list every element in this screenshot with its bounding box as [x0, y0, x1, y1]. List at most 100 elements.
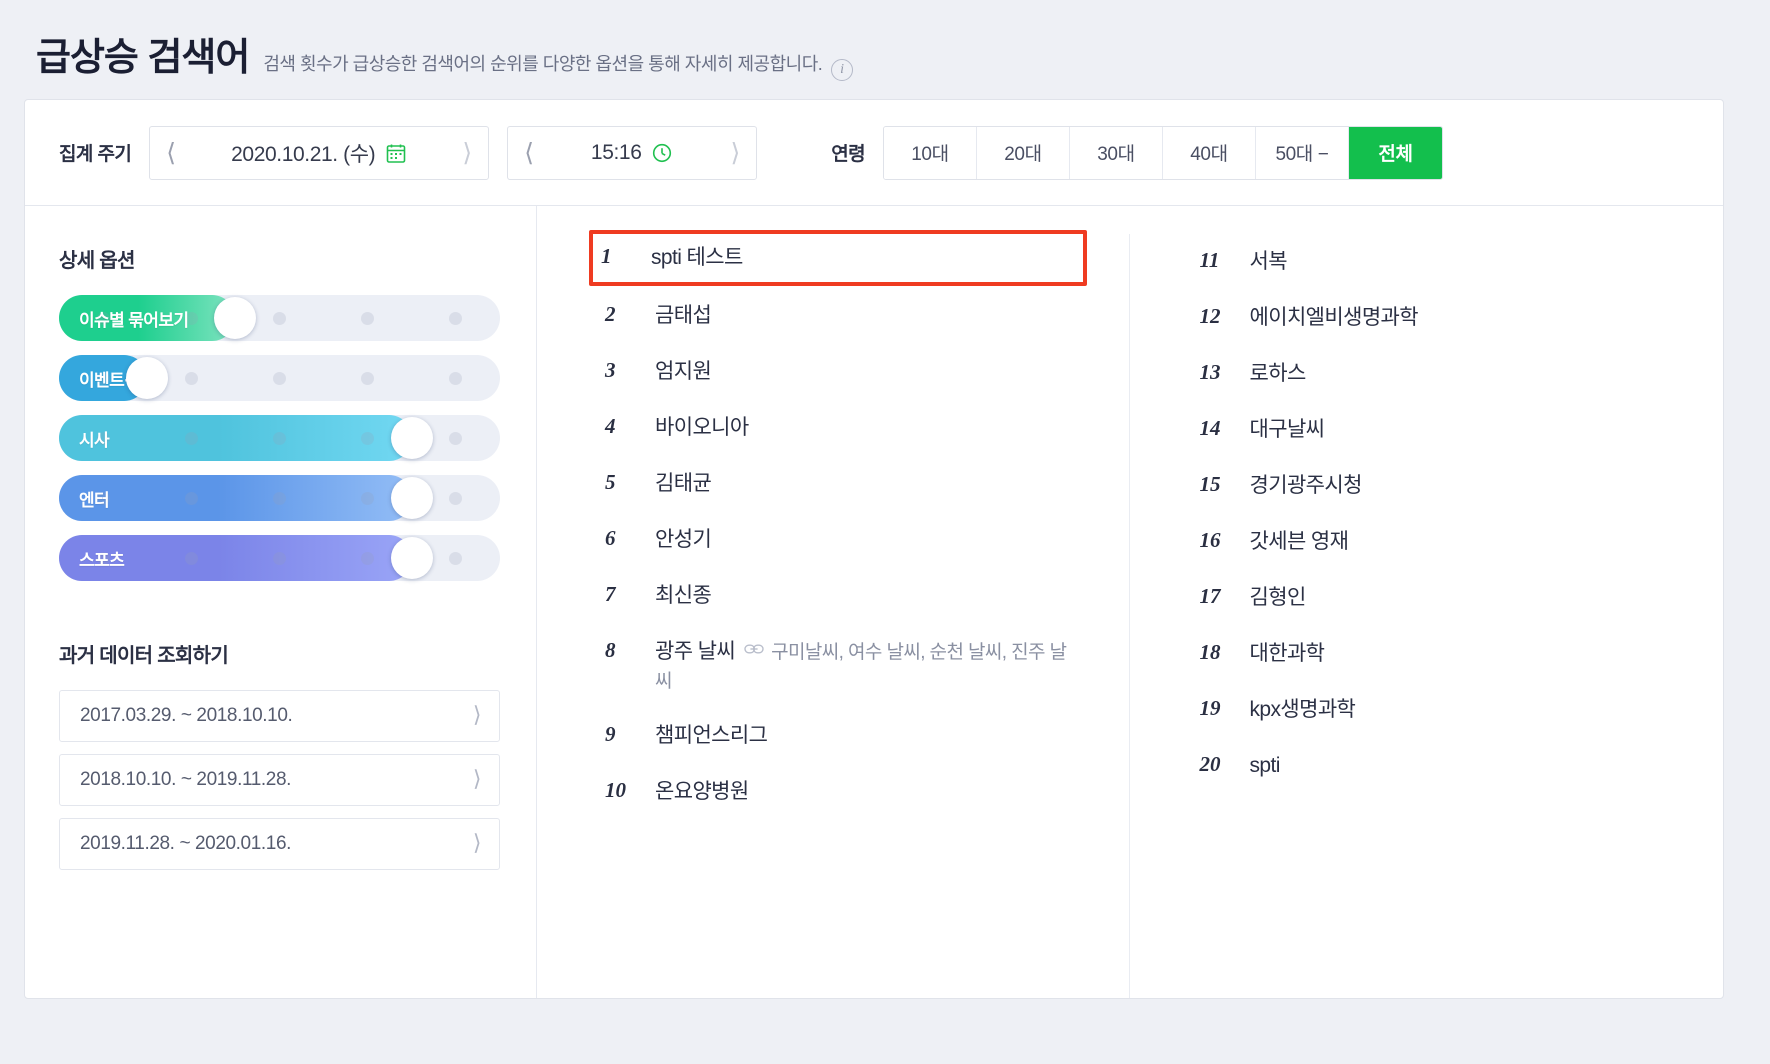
rank-item[interactable]: 18 대한과학 — [1188, 626, 1678, 682]
rank-keyword[interactable]: 서복 — [1250, 250, 1288, 273]
age-option-5[interactable]: 전체 — [1348, 126, 1442, 179]
time-next-icon[interactable]: ⟩ — [730, 140, 740, 165]
rank-keyword[interactable]: 챔피언스리그 — [655, 724, 768, 747]
slider-label: 스포츠 — [79, 550, 125, 570]
page-subtitle-text: 검색 횟수가 급상승한 검색어의 순위를 다양한 옵션을 통해 자세히 제공합니… — [263, 54, 823, 74]
age-option-1[interactable]: 20대 — [976, 126, 1070, 179]
rank-item[interactable]: 1 spti 테스트 — [589, 230, 1087, 286]
rank-text-wrap: 김태균 — [655, 468, 1075, 500]
rank-item[interactable]: 3 엄지원 — [593, 344, 1083, 400]
rank-keyword[interactable]: 갓세븐 영재 — [1250, 530, 1349, 553]
rank-item[interactable]: 10 온요양병원 — [593, 764, 1083, 820]
slider-step-dot[interactable] — [235, 431, 323, 445]
rank-item[interactable]: 9 챔피언스리그 — [593, 708, 1083, 764]
rank-item[interactable]: 5 김태균 — [593, 456, 1083, 512]
slider-step-dot[interactable] — [235, 371, 323, 385]
rank-number: 13 — [1199, 360, 1221, 384]
date-prev-icon[interactable]: ⟨ — [166, 140, 176, 165]
clock-icon[interactable] — [651, 142, 673, 164]
date-next-icon[interactable]: ⟩ — [462, 140, 472, 165]
slider-step-dot[interactable] — [235, 491, 323, 505]
rank-text-wrap: 서복 — [1250, 246, 1670, 278]
rank-text-wrap: 바이오니아 — [655, 412, 1075, 444]
rank-keyword[interactable]: spti — [1250, 754, 1281, 777]
rank-keyword[interactable]: 경기광주시청 — [1250, 474, 1363, 497]
rank-item[interactable]: 14 대구날씨 — [1188, 402, 1678, 458]
options-pane: 상세 옵션 이슈별 묶어보기 이벤트·할인 시사 엔터 스포츠 과거 데이터 조회하기 … — [25, 206, 537, 998]
slider-step-dot[interactable] — [412, 311, 500, 325]
slider-step-dot[interactable] — [235, 551, 323, 565]
rank-keyword[interactable]: 김형인 — [1250, 586, 1307, 609]
slider-thumb[interactable] — [390, 477, 433, 519]
slider-step-dot[interactable] — [147, 491, 235, 505]
rank-item[interactable]: 7 최신종 — [593, 568, 1083, 624]
slider-step-dot[interactable] — [324, 371, 412, 385]
rank-item[interactable]: 16 갓세븐 영재 — [1188, 514, 1678, 570]
rank-number: 6 — [605, 526, 616, 550]
slider-step-dot[interactable] — [147, 431, 235, 445]
rank-item[interactable]: 8 광주 날씨 구미날씨, 여수 날씨, 순천 날씨, 진주 날씨 — [593, 624, 1083, 708]
slider-thumb[interactable] — [390, 537, 433, 579]
rank-item[interactable]: 4 바이오니아 — [593, 400, 1083, 456]
rank-item[interactable]: 20 spti — [1188, 738, 1678, 794]
option-slider-3[interactable]: 엔터 — [59, 475, 500, 521]
rank-keyword[interactable]: 금태섭 — [655, 304, 712, 327]
history-range-item[interactable]: 2019.11.28. ~ 2020.01.16. ⟩ — [59, 818, 500, 870]
option-slider-0[interactable]: 이슈별 묶어보기 — [59, 295, 500, 341]
slider-step-dot[interactable] — [147, 551, 235, 565]
option-slider-1[interactable]: 이벤트·할인 — [59, 355, 500, 401]
rank-item[interactable]: 13 로하스 — [1188, 346, 1678, 402]
age-option-4[interactable]: 50대 − — [1255, 126, 1349, 179]
rank-text-wrap: 챔피언스리그 — [655, 720, 1075, 752]
history-section: 과거 데이터 조회하기 2017.03.29. ~ 2018.10.10. ⟩ 20… — [59, 639, 500, 870]
rank-item[interactable]: 15 경기광주시청 — [1188, 458, 1678, 514]
age-option-0[interactable]: 10대 — [883, 126, 977, 179]
chevron-right-icon[interactable]: ⟩ — [473, 705, 482, 727]
rank-keyword[interactable]: 김태균 — [655, 472, 712, 495]
rank-keyword[interactable]: 최신종 — [655, 584, 712, 607]
rank-item[interactable]: 11 서복 — [1188, 234, 1678, 290]
rank-keyword[interactable]: 로하스 — [1250, 362, 1307, 385]
age-option-2[interactable]: 30대 — [1069, 126, 1163, 179]
history-range-item[interactable]: 2017.03.29. ~ 2018.10.10. ⟩ — [59, 690, 500, 742]
age-filter-group: 10대 20대 30대 40대 50대 − 전체 — [882, 125, 1443, 180]
rank-number: 20 — [1199, 752, 1221, 776]
date-stepper[interactable]: ⟨ 2020.10.21. (수) ⟩ — [149, 125, 490, 180]
rank-keyword[interactable]: 온요양병원 — [655, 780, 749, 803]
rank-keyword[interactable]: 에이치엘비생명과학 — [1250, 306, 1419, 329]
rank-keyword[interactable]: 광주 날씨 — [655, 640, 736, 663]
slider-step-dot[interactable] — [324, 311, 412, 325]
rank-keyword[interactable]: 안성기 — [655, 528, 712, 551]
slider-label: 이슈별 묶어보기 — [79, 310, 189, 330]
date-value-group: 2020.10.21. (수) — [231, 138, 407, 168]
option-slider-2[interactable]: 시사 — [59, 415, 500, 461]
slider-step-dot[interactable] — [412, 371, 500, 385]
rank-item[interactable]: 6 안성기 — [593, 512, 1083, 568]
rank-keyword[interactable]: kpx생명과학 — [1250, 698, 1356, 721]
rank-text-wrap: 온요양병원 — [655, 776, 1075, 808]
rank-text-wrap: 로하스 — [1250, 358, 1670, 390]
rank-keyword[interactable]: spti 테스트 — [651, 246, 743, 269]
rank-item[interactable]: 17 김형인 — [1188, 570, 1678, 626]
info-icon[interactable]: i — [830, 59, 853, 81]
rank-keyword[interactable]: 대한과학 — [1250, 642, 1325, 665]
time-stepper[interactable]: ⟨ 15:16 ⟩ — [507, 125, 758, 180]
rank-keyword[interactable]: 바이오니아 — [655, 416, 749, 439]
calendar-icon[interactable] — [385, 142, 407, 164]
time-prev-icon[interactable]: ⟨ — [524, 140, 534, 165]
rank-item[interactable]: 2 금태섭 — [593, 288, 1083, 344]
rank-number: 8 — [605, 638, 616, 662]
age-option-3[interactable]: 40대 — [1162, 126, 1256, 179]
rank-number: 12 — [1199, 304, 1221, 328]
rank-keyword[interactable]: 엄지원 — [655, 360, 712, 383]
rank-keyword[interactable]: 대구날씨 — [1250, 418, 1325, 441]
slider-thumb[interactable] — [390, 417, 433, 459]
chevron-right-icon[interactable]: ⟩ — [473, 833, 482, 855]
history-range-item[interactable]: 2018.10.10. ~ 2019.11.28. ⟩ — [59, 754, 500, 806]
option-slider-4[interactable]: 스포츠 — [59, 535, 500, 581]
rank-item[interactable]: 12 에이치엘비생명과학 — [1188, 290, 1678, 346]
chevron-right-icon[interactable]: ⟩ — [473, 769, 482, 791]
slider-thumb[interactable] — [126, 357, 169, 399]
rank-text-wrap: 대구날씨 — [1250, 414, 1670, 446]
rank-item[interactable]: 19 kpx생명과학 — [1188, 682, 1678, 738]
